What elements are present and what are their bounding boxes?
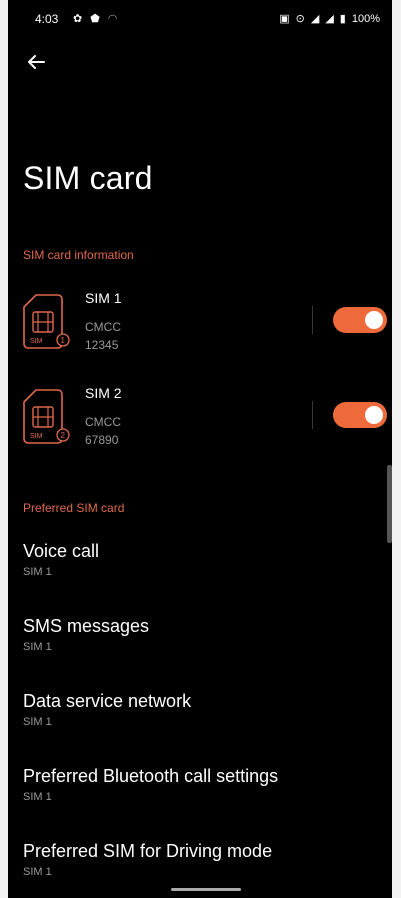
- svg-text:SIM: SIM: [30, 433, 43, 440]
- pref-value: SIM 1: [23, 716, 52, 728]
- sim-row-2: SIM 2 SIM 2 CMCC 67890: [8, 385, 392, 465]
- section-label-preferred: Preferred SIM card: [23, 501, 125, 515]
- toggle-knob: [365, 406, 383, 424]
- pref-value: SIM 1: [23, 566, 52, 578]
- pref-value: SIM 1: [23, 866, 52, 878]
- sim-number: 67890: [85, 433, 119, 447]
- scrollbar[interactable]: [387, 465, 392, 543]
- sim-carrier: CMCC: [85, 415, 121, 429]
- pref-item-voice-call[interactable]: Voice call SIM 1: [23, 541, 383, 601]
- signal-icon: ◢: [310, 13, 320, 25]
- pref-title: Voice call: [23, 541, 100, 561]
- pref-item-sms-messages[interactable]: SMS messages SIM 1: [23, 616, 383, 676]
- sim-row-1: SIM 1 SIM 1 CMCC 12345: [8, 290, 392, 370]
- pref-value: SIM 1: [23, 791, 52, 803]
- toggle-knob: [365, 311, 383, 329]
- sim-carrier: CMCC: [85, 320, 121, 334]
- pref-value: SIM 1: [23, 641, 52, 653]
- pref-title: SMS messages: [23, 616, 150, 636]
- wifi-icon: ◠: [107, 13, 118, 25]
- section-label-sim-info: SIM card information: [23, 248, 134, 262]
- divider: [312, 306, 313, 334]
- back-button[interactable]: [24, 50, 48, 74]
- status-bar: 4:03 ✿ ⬟ ◠ ▣ ⊙ ◢ ◢ ▮ 100%: [8, 10, 392, 30]
- sim-card-icon: SIM 2: [23, 389, 70, 444]
- svg-text:1: 1: [61, 336, 66, 345]
- vpn-icon: ⊙: [295, 13, 305, 25]
- sim-number: 12345: [85, 338, 119, 352]
- navigation-handle[interactable]: [171, 888, 241, 891]
- svg-text:2: 2: [61, 431, 66, 440]
- shield-icon: ⬟: [90, 13, 100, 25]
- sim-name: SIM 2: [85, 385, 122, 401]
- arrow-left-icon: [28, 55, 45, 69]
- nfc-icon: ▣: [279, 13, 290, 25]
- battery-icon: ▮: [339, 13, 346, 25]
- divider: [312, 401, 313, 429]
- pref-title: Data service network: [23, 691, 192, 711]
- sim-name: SIM 1: [85, 290, 122, 306]
- pref-title: Preferred SIM for Driving mode: [23, 841, 273, 861]
- signal-icon-2: ◢: [325, 13, 334, 25]
- pref-item-bluetooth-call[interactable]: Preferred Bluetooth call settings SIM 1: [23, 766, 383, 826]
- pref-item-data-service-network[interactable]: Data service network SIM 1: [23, 691, 383, 751]
- pref-title: Preferred Bluetooth call settings: [23, 766, 279, 786]
- screen: 4:03 ✿ ⬟ ◠ ▣ ⊙ ◢ ◢ ▮ 100% SIM card SIM c…: [8, 0, 392, 898]
- settings-icon: ✿: [73, 13, 83, 25]
- sim-1-toggle[interactable]: [333, 307, 387, 333]
- status-time: 4:03: [35, 12, 59, 26]
- page-title: SIM card: [23, 160, 153, 196]
- battery-percent: 100%: [351, 13, 380, 25]
- sim-card-icon: SIM 1: [23, 294, 70, 349]
- sim-2-toggle[interactable]: [333, 402, 387, 428]
- svg-text:SIM: SIM: [30, 338, 43, 345]
